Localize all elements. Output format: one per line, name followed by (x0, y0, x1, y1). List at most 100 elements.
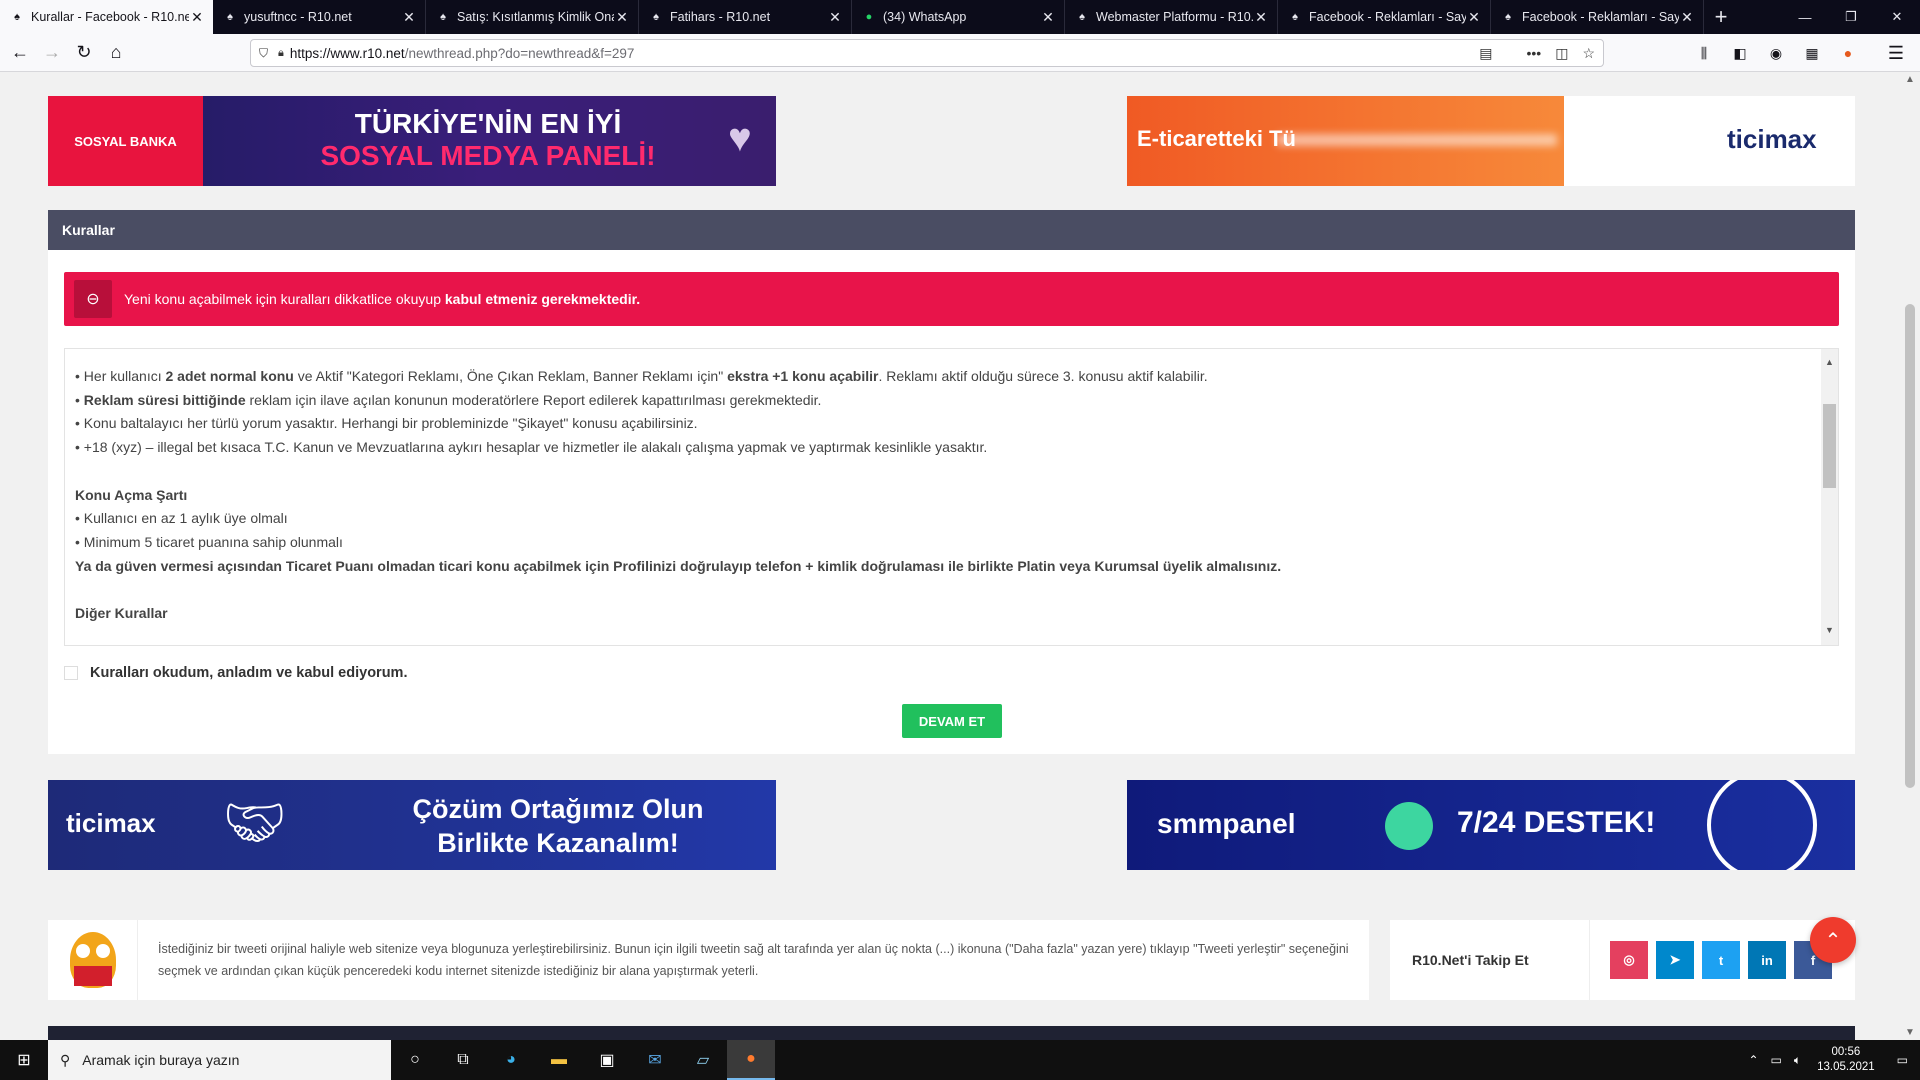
heart-icon: ♥ (728, 116, 752, 160)
close-icon[interactable]: ✕ (1040, 9, 1056, 26)
rules-scroll-thumb[interactable] (1823, 404, 1836, 488)
linkedin-icon[interactable]: in (1748, 941, 1786, 979)
forward-icon[interactable]: → (36, 37, 68, 69)
back-icon[interactable]: ← (4, 37, 36, 69)
url-bar[interactable]: ⛉ 🔒︎ https://www.r10.net/newthread.php?d… (250, 39, 1604, 67)
tab-title: Webmaster Platformu - R10. (1096, 10, 1253, 24)
page-scrollbar[interactable]: ▲ ▼ (1900, 72, 1920, 1040)
scroll-down-icon[interactable]: ▼ (1821, 619, 1838, 643)
footer-strip (48, 1026, 1855, 1040)
task-view-icon[interactable]: ⧉ (439, 1040, 487, 1080)
sidebar-icon[interactable]: ◧ (1724, 37, 1756, 69)
banner-sosyal-banka[interactable]: SOSYAL BANKA TÜRKİYE'NİN EN İYİ SOSYAL M… (48, 96, 776, 186)
menu-icon[interactable]: ☰ (1880, 37, 1912, 69)
browser-tab[interactable]: ♠ Fatihars - R10.net ✕ (639, 0, 852, 34)
lock-icon[interactable]: 🔒︎ (278, 47, 284, 60)
tab-bar: ♠ Kurallar - Facebook - R10.net ✕ ♠ yusuftnc… (0, 0, 1920, 34)
browser-tab[interactable]: ♠ yusuftncc - R10.net ✕ (213, 0, 426, 34)
page-content: SOSYAL BANKA TÜRKİYE'NİN EN İYİ SOSYAL M… (0, 72, 1900, 1040)
ticimax-logo: ticimax (66, 808, 156, 838)
page-scroll-thumb[interactable] (1905, 304, 1915, 788)
instagram-icon[interactable]: ◎ (1610, 941, 1648, 979)
reader-view-icon[interactable]: ▤ (1479, 45, 1492, 62)
browser-tab[interactable]: ♠ Satış: Kısıtlanmış Kimlik Onay ✕ (426, 0, 639, 34)
notification-icon[interactable]: ▭ (1885, 1053, 1920, 1067)
banner-line1: Çözüm Ortağımız Olun (412, 794, 704, 824)
browser-tab[interactable]: ● (34) WhatsApp ✕ (852, 0, 1065, 34)
browser-tab[interactable]: ♠ Kurallar - Facebook - R10.net ✕ (0, 0, 213, 34)
rule-heading: Diğer Kurallar (75, 605, 168, 621)
scroll-down-icon[interactable]: ▼ (1900, 1027, 1920, 1038)
reload-icon[interactable]: ↻ (68, 37, 100, 69)
banner-ticimax-top[interactable]: E-ticaretteki Tü ticimax (1127, 96, 1855, 186)
network-icon[interactable]: ▭ (1765, 1053, 1788, 1067)
windows-start-icon[interactable]: ⊞ (0, 1040, 48, 1080)
tweet-embed-info: İstediğiniz bir tweeti orijinal haliyle … (48, 920, 1369, 1000)
page-actions-icon[interactable]: ••• (1526, 45, 1541, 61)
taskbar-search[interactable]: ⚲ Aramak için buraya yazın (48, 1040, 391, 1080)
r10-favicon-icon: ♠ (227, 11, 233, 23)
minimize-icon[interactable]: — (1782, 0, 1828, 34)
scroll-top-button[interactable]: ⌃ (1810, 917, 1856, 963)
close-icon[interactable]: ✕ (827, 9, 843, 26)
maximize-icon[interactable]: ❐ (1828, 0, 1874, 34)
r10-favicon-icon: ♠ (1292, 11, 1298, 23)
r10-favicon-icon: ♠ (653, 11, 659, 23)
agree-checkbox[interactable] (64, 666, 78, 680)
r10-favicon-icon: ♠ (1079, 11, 1085, 23)
close-window-icon[interactable]: ✕ (1874, 0, 1920, 34)
file-explorer-icon[interactable]: ▬ (535, 1040, 583, 1080)
close-icon[interactable]: ✕ (1466, 9, 1482, 26)
banner-text: 7/24 DESTEK! (1457, 806, 1656, 839)
new-tab-button[interactable]: + (1704, 0, 1738, 34)
panel-title: Kurallar (48, 210, 1855, 250)
scroll-up-icon[interactable]: ▲ (1821, 351, 1838, 375)
bookmark-star-icon[interactable]: ☆ (1582, 45, 1595, 62)
browser-tab[interactable]: ♠ Facebook - Reklamları - Sayf ✕ (1491, 0, 1704, 34)
notepad-icon[interactable]: ▱ (679, 1040, 727, 1080)
close-icon[interactable]: ✕ (189, 9, 205, 26)
banner-text: E-ticaretteki Tü (1137, 126, 1296, 151)
close-icon[interactable]: ✕ (1253, 9, 1269, 26)
sosyal-banka-logo: SOSYAL BANKA (48, 96, 203, 186)
twitter-icon[interactable]: t (1702, 941, 1740, 979)
banner-smmpanel[interactable]: smmpanel 7/24 DESTEK! (1127, 780, 1855, 870)
devam-et-button[interactable]: DEVAM ET (902, 704, 1002, 738)
library-icon[interactable]: ⫼ (1688, 37, 1720, 69)
banner-line2: Birlikte Kazanalım! (437, 828, 679, 858)
window-controls: — ❐ ✕ (1782, 0, 1920, 34)
telegram-icon[interactable]: ➤ (1656, 941, 1694, 979)
banner-ticimax-bottom[interactable]: ticimax 🤝︎ Çözüm Ortağımız Olun Birlikte… (48, 780, 776, 870)
rule-line: • +18 (xyz) – illegal bet kısaca T.C. Ka… (75, 439, 988, 456)
edge-icon[interactable]: ◕ (487, 1040, 535, 1080)
browser-tab[interactable]: ♠ Webmaster Platformu - R10. ✕ (1065, 0, 1278, 34)
tab-title: Fatihars - R10.net (670, 10, 771, 24)
store-icon[interactable]: ▣ (583, 1040, 631, 1080)
close-icon[interactable]: ✕ (1679, 9, 1695, 26)
ring-icon (1707, 780, 1817, 870)
tab-title: Facebook - Reklamları - Sayf (1522, 10, 1679, 24)
close-icon[interactable]: ✕ (614, 9, 630, 26)
firefox-icon[interactable]: ● (727, 1040, 775, 1080)
shield-icon[interactable]: ⛉ (259, 46, 268, 61)
home-icon[interactable]: ⌂ (100, 37, 132, 69)
agree-row[interactable]: Kuralları okudum, anladım ve kabul ediyo… (64, 665, 407, 681)
cortana-icon[interactable]: ○ (391, 1040, 439, 1080)
nav-bar: ← → ↻ ⌂ ⛉ 🔒︎ https://www.r10.net/newthre… (0, 34, 1920, 72)
scroll-up-icon[interactable]: ▲ (1900, 74, 1920, 85)
minus-circle-icon: ⊖ (74, 280, 112, 318)
clock[interactable]: 00:56 13.05.2021 (1807, 1045, 1885, 1075)
close-icon[interactable]: ✕ (401, 9, 417, 26)
follow-label: R10.Net'i Takip Et (1390, 920, 1590, 1000)
extensions-icon[interactable]: ▦ (1796, 37, 1828, 69)
agree-label: Kuralları okudum, anladım ve kabul ediyo… (90, 665, 408, 681)
pocket-icon[interactable]: ◫ (1555, 45, 1568, 62)
browser-tab[interactable]: ♠ Facebook - Reklamları - Sayf ✕ (1278, 0, 1491, 34)
account-icon[interactable]: ◉ (1760, 37, 1792, 69)
mail-icon[interactable]: ✉ (631, 1040, 679, 1080)
volume-icon[interactable]: 🔈︎ (1788, 1053, 1807, 1068)
rules-textbox[interactable]: • Her kullanıcı 2 adet normal konu ve Ak… (64, 348, 1839, 646)
tray-chevron-icon[interactable]: ⌃ (1742, 1053, 1764, 1067)
rules-scrollbar[interactable]: ▲ ▼ (1821, 349, 1838, 645)
addon-icon[interactable]: ● (1832, 37, 1864, 69)
